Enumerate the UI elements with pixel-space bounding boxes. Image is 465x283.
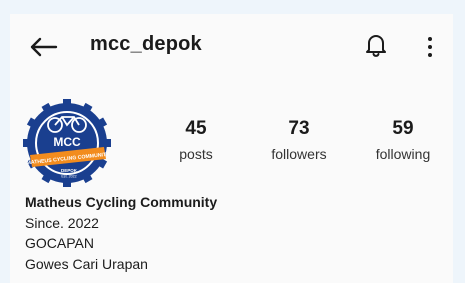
top-bar: mcc_depok <box>10 14 453 78</box>
bio-name: Matheus Cycling Community <box>25 194 218 210</box>
profile-avatar[interactable]: MCC MATHEUS CYCLING COMMUNITY DEPOK Est.… <box>22 98 112 188</box>
logo-est-text: Est. 2022 <box>61 175 76 179</box>
bell-icon[interactable] <box>364 32 388 58</box>
following-label: following <box>375 146 431 162</box>
profile-bio: Matheus Cycling Community Since. 2022 GO… <box>25 192 217 274</box>
arrow-left-icon[interactable] <box>28 36 58 58</box>
profile-username: mcc_depok <box>90 33 202 55</box>
followers-count: 73 <box>288 118 310 139</box>
bio-line: Since. 2022 <box>25 214 99 231</box>
posts-count: 45 <box>185 118 207 139</box>
stat-followers[interactable]: 73 followers <box>254 118 344 164</box>
profile-panel: mcc_depok MCC MATHEUS CYCLING COMMUNITY … <box>10 14 453 283</box>
logo-main-text: MCC <box>53 135 81 149</box>
followers-label: followers <box>271 146 327 162</box>
stat-posts[interactable]: 45 posts <box>151 118 241 164</box>
bio-line: GOCAPAN <box>25 235 94 251</box>
logo-city-text: DEPOK <box>61 168 78 173</box>
posts-label: posts <box>179 146 213 162</box>
following-count: 59 <box>392 118 414 139</box>
more-vert-icon[interactable] <box>426 34 434 60</box>
bio-line: Gowes Cari Urapan <box>25 255 148 272</box>
stat-following[interactable]: 59 following <box>358 118 448 164</box>
